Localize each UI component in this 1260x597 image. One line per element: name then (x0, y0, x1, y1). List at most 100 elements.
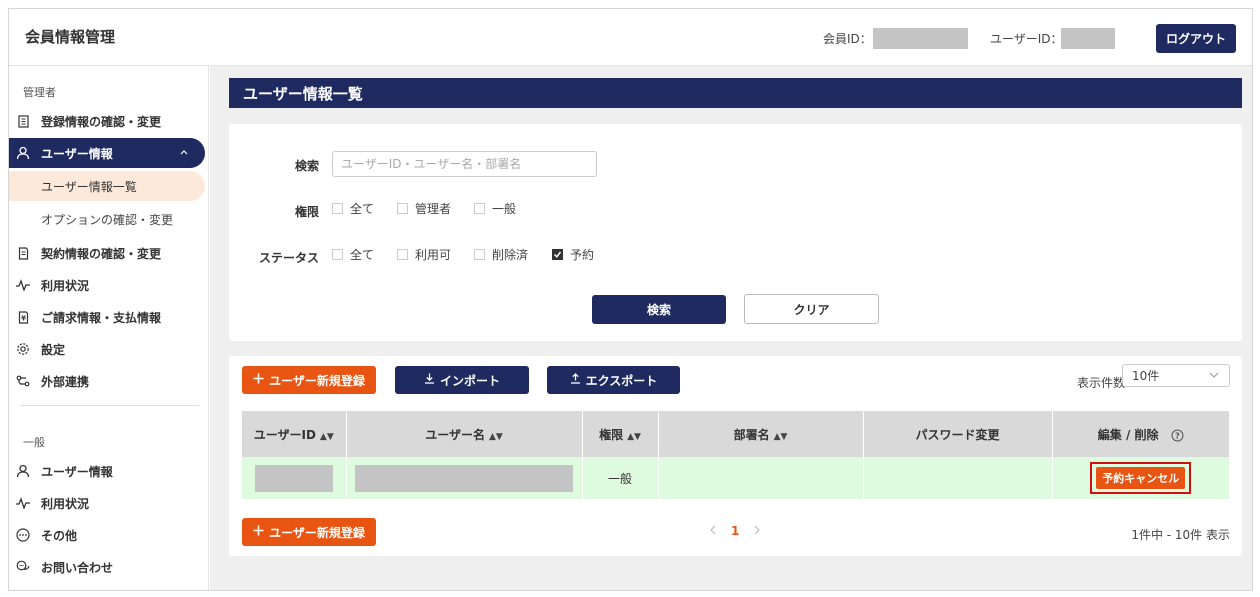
check-icon (553, 251, 562, 258)
column-header-department[interactable]: 部署名 ▲▼ (658, 411, 864, 457)
sidebar-section-admin: 管理者 (23, 86, 56, 99)
import-button[interactable]: インポート (395, 366, 529, 394)
app-window: 会員情報管理 会員ID： ユーザーID： ログアウト 管理者 登録情報の確認・変… (8, 8, 1253, 591)
per-page-select[interactable]: 10件 (1122, 364, 1230, 387)
sidebar-item-label: お問い合わせ (41, 560, 114, 575)
checkbox-box[interactable] (474, 249, 485, 260)
sidebar-item-other[interactable]: その他 (9, 520, 205, 550)
role-checkbox-admin[interactable]: 管理者 (397, 200, 451, 217)
checkbox-box[interactable] (332, 249, 343, 260)
chevron-up-icon (179, 146, 189, 160)
checkbox-box[interactable] (332, 203, 343, 214)
checkbox-label: 全て (350, 202, 375, 216)
sidebar-item-billing[interactable]: ¥ ご請求情報・支払情報 (9, 302, 205, 332)
role-checkbox-all[interactable]: 全て (332, 200, 374, 217)
column-header-edit-delete: 編集 / 削除 ? (1052, 411, 1229, 457)
sidebar-item-settings[interactable]: 設定 (9, 334, 205, 364)
sidebar-item-label: 利用状況 (41, 496, 90, 511)
sidebar-divider (21, 405, 199, 406)
cancel-reservation-button[interactable]: 予約キャンセル (1096, 467, 1186, 489)
upload-icon (570, 373, 581, 387)
chat-icon (15, 559, 31, 575)
sidebar-subitem-label: オプションの確認・変更 (41, 212, 174, 227)
sidebar-item-integration[interactable]: 外部連携 (9, 366, 205, 396)
sidebar-item-contact[interactable]: お問い合わせ (9, 552, 205, 582)
cell-user-id (242, 457, 347, 499)
checkbox-box[interactable] (397, 203, 408, 214)
chevron-right-icon[interactable] (753, 524, 761, 538)
page-title: ユーザー情報一覧 (229, 78, 1242, 108)
table-header-row: ユーザーID ▲▼ ユーザー名 ▲▼ 権限 ▲▼ 部署名 ▲▼ パスワード変更 編集 /… (242, 411, 1229, 457)
column-header-password-change: パスワード変更 (863, 411, 1053, 457)
download-icon (424, 373, 435, 387)
member-id-masked-value (873, 28, 968, 49)
search-panel: 検索 権限 全て 管理者 一般 ステータス 全て 利用可 (229, 124, 1242, 341)
search-input[interactable] (332, 151, 597, 177)
top-header: 会員情報管理 会員ID： ユーザーID： ログアウト (9, 9, 1252, 66)
sidebar-section-general: 一般 (23, 436, 45, 449)
clear-button[interactable]: クリア (744, 294, 879, 324)
role-checkbox-general[interactable]: 一般 (474, 200, 516, 217)
column-header-user-name[interactable]: ユーザー名 ▲▼ (346, 411, 583, 457)
page-number-current[interactable]: 1 (731, 524, 739, 538)
checkbox-label: 一般 (492, 202, 517, 216)
more-icon (15, 527, 31, 543)
logout-button[interactable]: ログアウト (1156, 24, 1236, 53)
sidebar-item-usage[interactable]: 利用状況 (9, 270, 205, 300)
export-button[interactable]: エクスポート (547, 366, 680, 394)
sidebar-subitem-user-list[interactable]: ユーザー情報一覧 (9, 171, 205, 201)
search-label: 検索 (294, 159, 319, 173)
chevron-left-icon[interactable] (709, 524, 717, 538)
button-label: エクスポート (585, 373, 658, 388)
cell-password-change (863, 457, 1053, 499)
cell-user-name (346, 457, 583, 499)
sidebar-item-general-usage[interactable]: 利用状況 (9, 488, 205, 518)
plus-icon (253, 373, 264, 387)
column-header-role[interactable]: 権限 ▲▼ (582, 411, 659, 457)
button-label: ユーザー新規登録 (269, 373, 365, 388)
sidebar-item-general-user-info[interactable]: ユーザー情報 (9, 456, 205, 486)
sidebar-item-user-info[interactable]: ユーザー情報 (9, 138, 205, 168)
sidebar-item-label: 外部連携 (41, 374, 90, 389)
building-icon (15, 113, 31, 129)
activity-icon (15, 495, 31, 511)
app-title: 会員情報管理 (25, 28, 116, 46)
checkbox-box[interactable] (474, 203, 485, 214)
user-table: ユーザーID ▲▼ ユーザー名 ▲▼ 権限 ▲▼ 部署名 ▲▼ パスワード変更 編集 /… (242, 411, 1229, 499)
status-checkbox-all[interactable]: 全て (332, 246, 374, 263)
checkbox-box-checked[interactable] (552, 249, 563, 260)
sidebar-item-label: 利用状況 (41, 278, 90, 293)
column-header-user-id[interactable]: ユーザーID ▲▼ (242, 411, 347, 457)
button-label: インポート (439, 373, 500, 388)
gear-icon (15, 341, 31, 357)
document-icon (15, 245, 31, 261)
masked-user-id (254, 464, 333, 492)
svg-text:¥: ¥ (21, 314, 26, 322)
sidebar-item-label: ご請求情報・支払情報 (41, 310, 162, 325)
sidebar-item-label: 設定 (41, 342, 66, 357)
sort-icon: ▲▼ (319, 431, 334, 442)
new-user-button-bottom[interactable]: ユーザー新規登録 (242, 518, 376, 546)
per-page-label: 表示件数 (1076, 376, 1125, 390)
help-icon[interactable]: ? (1171, 429, 1184, 442)
result-range-text: 1件中 - 10件 表示 (1131, 528, 1230, 542)
status-checkbox-reserved[interactable]: 予約 (552, 246, 594, 263)
svg-text:?: ? (1175, 431, 1180, 440)
sidebar-subitem-options[interactable]: オプションの確認・変更 (9, 204, 205, 234)
sidebar-item-label: 登録情報の確認・変更 (41, 114, 162, 129)
sidebar-item-label: ユーザー情報 (41, 464, 113, 479)
new-user-button-top[interactable]: ユーザー新規登録 (242, 366, 376, 394)
sidebar-item-contract[interactable]: 契約情報の確認・変更 (9, 238, 205, 268)
status-label: ステータス (258, 251, 319, 265)
search-button[interactable]: 検索 (592, 295, 726, 324)
masked-user-name (355, 464, 573, 492)
sidebar-item-label: 契約情報の確認・変更 (41, 246, 162, 261)
status-checkbox-available[interactable]: 利用可 (397, 246, 451, 263)
table-row: 一般 予約キャンセル (242, 457, 1229, 499)
checkbox-box[interactable] (397, 249, 408, 260)
cell-actions: 予約キャンセル (1052, 457, 1229, 499)
sidebar-item-registration[interactable]: 登録情報の確認・変更 (9, 106, 205, 136)
role-label: 権限 (294, 205, 319, 219)
plus-icon (253, 525, 264, 539)
status-checkbox-deleted[interactable]: 削除済 (474, 246, 528, 263)
